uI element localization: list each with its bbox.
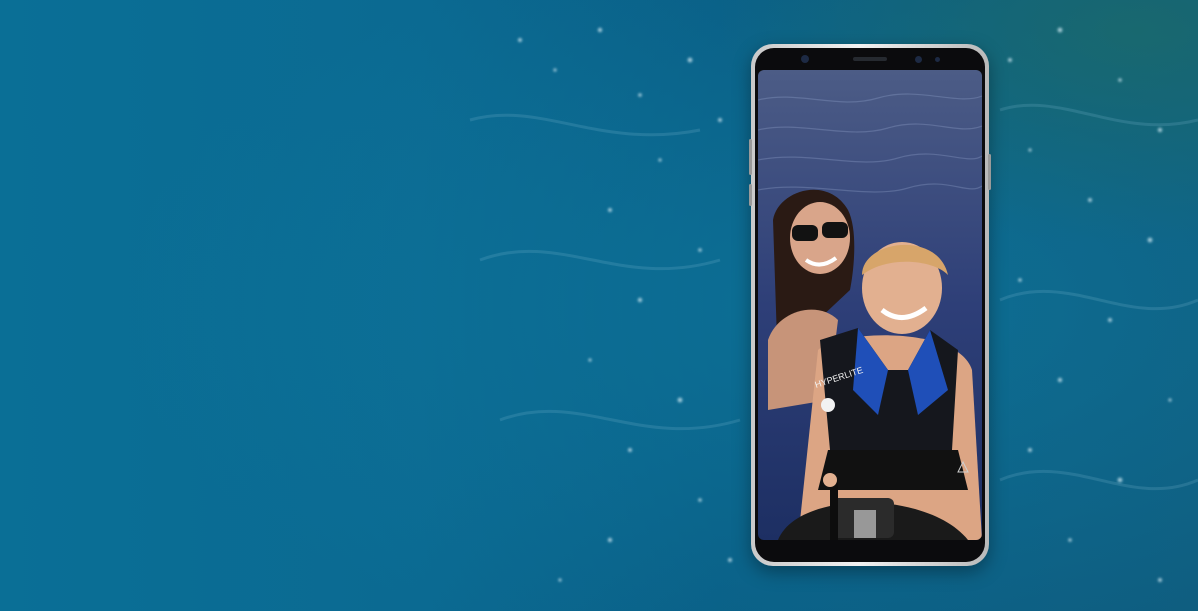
phone-screen: HYPERLITE — [758, 70, 982, 540]
phone-sensors — [755, 48, 985, 72]
phone-bezel: HYPERLITE — [755, 48, 985, 562]
proximity-sensor-icon — [935, 57, 940, 62]
selfie-photo: HYPERLITE — [758, 70, 982, 540]
front-camera-icon — [801, 55, 809, 63]
volume-button — [749, 139, 752, 175]
smartphone: HYPERLITE — [749, 44, 991, 566]
back-triangle-icon — [957, 460, 969, 473]
power-button — [988, 154, 991, 190]
iris-scanner-icon — [915, 56, 922, 63]
bixby-button — [749, 184, 752, 206]
earpiece-speaker — [853, 57, 887, 61]
ocean-background — [0, 0, 1198, 611]
hero-banner: HYPERLITE — [0, 0, 1198, 611]
